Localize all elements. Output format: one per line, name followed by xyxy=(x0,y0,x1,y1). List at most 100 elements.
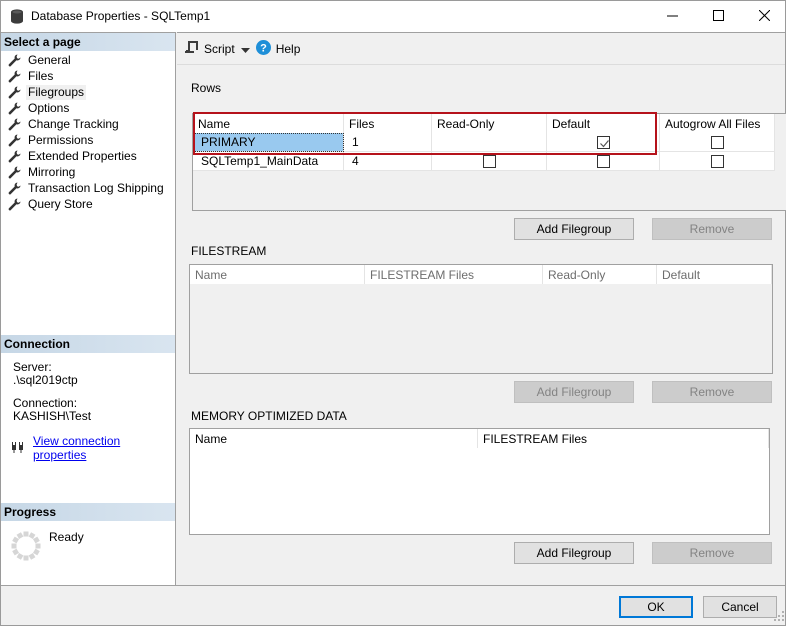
sidebar-item-label: Change Tracking xyxy=(28,116,119,131)
column-header[interactable]: Name xyxy=(193,114,344,133)
column-header[interactable]: Read-Only xyxy=(432,114,547,133)
sidebar-item-general[interactable]: General xyxy=(1,52,175,68)
close-icon xyxy=(758,9,770,24)
progress-status: Ready xyxy=(49,530,84,544)
table-row[interactable]: PRIMARY 1 xyxy=(193,133,775,152)
rows-remove-button[interactable]: Remove xyxy=(652,218,772,240)
memory-remove-button[interactable]: Remove xyxy=(652,542,772,564)
spinner-segment xyxy=(23,531,29,537)
window-title: Database Properties - SQLTemp1 xyxy=(31,9,211,23)
rows-label: Rows xyxy=(191,81,222,95)
memory-add-filegroup-button[interactable]: Add Filegroup xyxy=(514,542,634,564)
sidebar-item-label: Options xyxy=(28,100,70,115)
memory-grid-header: Name FILESTREAM Files xyxy=(190,429,769,448)
column-header[interactable]: FILESTREAM Files xyxy=(365,265,543,284)
rows-add-filegroup-button[interactable]: Add Filegroup xyxy=(514,218,634,240)
help-icon: ? xyxy=(255,39,271,58)
svg-text:?: ? xyxy=(260,42,267,54)
files-cell[interactable]: 4 xyxy=(344,152,432,171)
checked-checkbox[interactable] xyxy=(596,135,610,149)
files-cell[interactable]: 1 xyxy=(344,133,432,152)
wrench-icon xyxy=(8,70,21,83)
column-header[interactable]: FILESTREAM Files xyxy=(478,429,769,448)
sidebar: Select a page General Files Filegroups Opti… xyxy=(1,32,176,585)
default-cell[interactable] xyxy=(547,133,660,152)
default-cell[interactable] xyxy=(547,152,660,171)
column-header[interactable]: Name xyxy=(190,265,365,284)
resize-grip-icon[interactable] xyxy=(774,610,784,624)
help-button[interactable]: ? Help xyxy=(255,39,301,58)
checkbox[interactable] xyxy=(710,135,724,149)
read-only-cell[interactable] xyxy=(432,133,547,152)
sidebar-item-label: Query Store xyxy=(28,196,93,211)
wrench-icon xyxy=(8,150,21,163)
column-header[interactable]: Default xyxy=(657,265,772,284)
page-list: General Files Filegroups Options Change Trac… xyxy=(1,52,175,212)
wrench-icon xyxy=(8,182,21,195)
rows-grid[interactable]: Name Files Read-Only Default Autogrow All Fi… xyxy=(192,113,786,211)
memory-optimized-grid[interactable]: Name FILESTREAM Files xyxy=(189,428,770,535)
spinner-segment xyxy=(12,536,20,544)
script-label: Script xyxy=(204,41,235,56)
database-icon xyxy=(11,9,23,24)
filestream-remove-button[interactable]: Remove xyxy=(652,381,772,403)
close-button[interactable] xyxy=(741,1,786,32)
autogrow-cell[interactable] xyxy=(660,133,775,152)
script-button[interactable]: Script xyxy=(185,40,235,57)
checkbox[interactable] xyxy=(710,154,724,168)
filegroups-content: Rows Name Files Read-Only Default Autogrow A… xyxy=(177,66,786,586)
sidebar-item-files[interactable]: Files xyxy=(1,68,175,84)
autogrow-cell[interactable] xyxy=(660,152,775,171)
view-connection-properties-link[interactable]: View connection properties xyxy=(33,434,175,462)
filestream-label: FILESTREAM xyxy=(191,244,267,258)
caret-down-icon xyxy=(240,42,250,56)
column-header[interactable]: Autogrow All Files xyxy=(660,114,775,133)
view-connection-properties[interactable]: View connection properties xyxy=(11,434,175,462)
dialog-footer: OK Cancel xyxy=(1,585,785,625)
sidebar-item-permissions[interactable]: Permissions xyxy=(1,132,175,148)
filestream-add-filegroup-button[interactable]: Add Filegroup xyxy=(514,381,634,403)
name-cell[interactable]: SQLTemp1_MainData xyxy=(193,152,344,171)
cancel-button[interactable]: Cancel xyxy=(703,596,777,618)
column-header[interactable]: Name xyxy=(190,429,478,448)
column-header[interactable]: Default xyxy=(547,114,660,133)
spinner-segment xyxy=(28,532,36,540)
sidebar-item-options[interactable]: Options xyxy=(1,100,175,116)
ok-button[interactable]: OK xyxy=(619,596,693,618)
rows-grid-header: Name Files Read-Only Default Autogrow All Fi… xyxy=(193,114,775,133)
sidebar-item-filegroups[interactable]: Filegroups xyxy=(1,84,175,100)
checkbox[interactable] xyxy=(596,154,610,168)
main-panel: Script ? Help Rows Name Files Read-Only Def… xyxy=(177,32,786,586)
script-icon xyxy=(185,40,199,57)
script-dropdown[interactable] xyxy=(240,42,250,56)
sidebar-item-query-store[interactable]: Query Store xyxy=(1,196,175,212)
plug-icon xyxy=(11,441,25,456)
filestream-grid[interactable]: Name FILESTREAM Files Read-Only Default xyxy=(189,264,773,374)
server-value: .\sql2019ctp xyxy=(13,373,78,387)
sidebar-item-label: Transaction Log Shipping xyxy=(28,180,164,195)
sidebar-item-change-tracking[interactable]: Change Tracking xyxy=(1,116,175,132)
read-only-cell[interactable] xyxy=(432,152,547,171)
select-page-header: Select a page xyxy=(1,33,175,51)
minimize-button[interactable] xyxy=(649,1,695,32)
wrench-icon xyxy=(8,166,21,179)
connection-info: Server: .\sql2019ctp Connection: KASHISH… xyxy=(13,361,91,423)
help-label: Help xyxy=(275,41,301,56)
maximize-button[interactable] xyxy=(695,1,741,32)
wrench-icon xyxy=(8,102,21,115)
table-row[interactable]: SQLTemp1_MainData 4 xyxy=(193,152,775,171)
sidebar-item-extended-properties[interactable]: Extended Properties xyxy=(1,148,175,164)
sidebar-item-transaction-log-shipping[interactable]: Transaction Log Shipping xyxy=(1,180,175,196)
column-header[interactable]: Files xyxy=(344,114,432,133)
wrench-icon xyxy=(8,118,21,131)
checkbox[interactable] xyxy=(482,154,496,168)
sidebar-item-label: Mirroring xyxy=(28,164,76,179)
column-header[interactable]: Read-Only xyxy=(543,265,657,284)
minimize-icon xyxy=(666,10,678,24)
wrench-icon xyxy=(8,54,21,67)
sidebar-item-mirroring[interactable]: Mirroring xyxy=(1,164,175,180)
spinner-segment xyxy=(32,536,40,544)
spinner-segment xyxy=(16,532,24,540)
spinner-icon xyxy=(9,529,43,566)
name-cell[interactable]: PRIMARY xyxy=(193,133,344,152)
